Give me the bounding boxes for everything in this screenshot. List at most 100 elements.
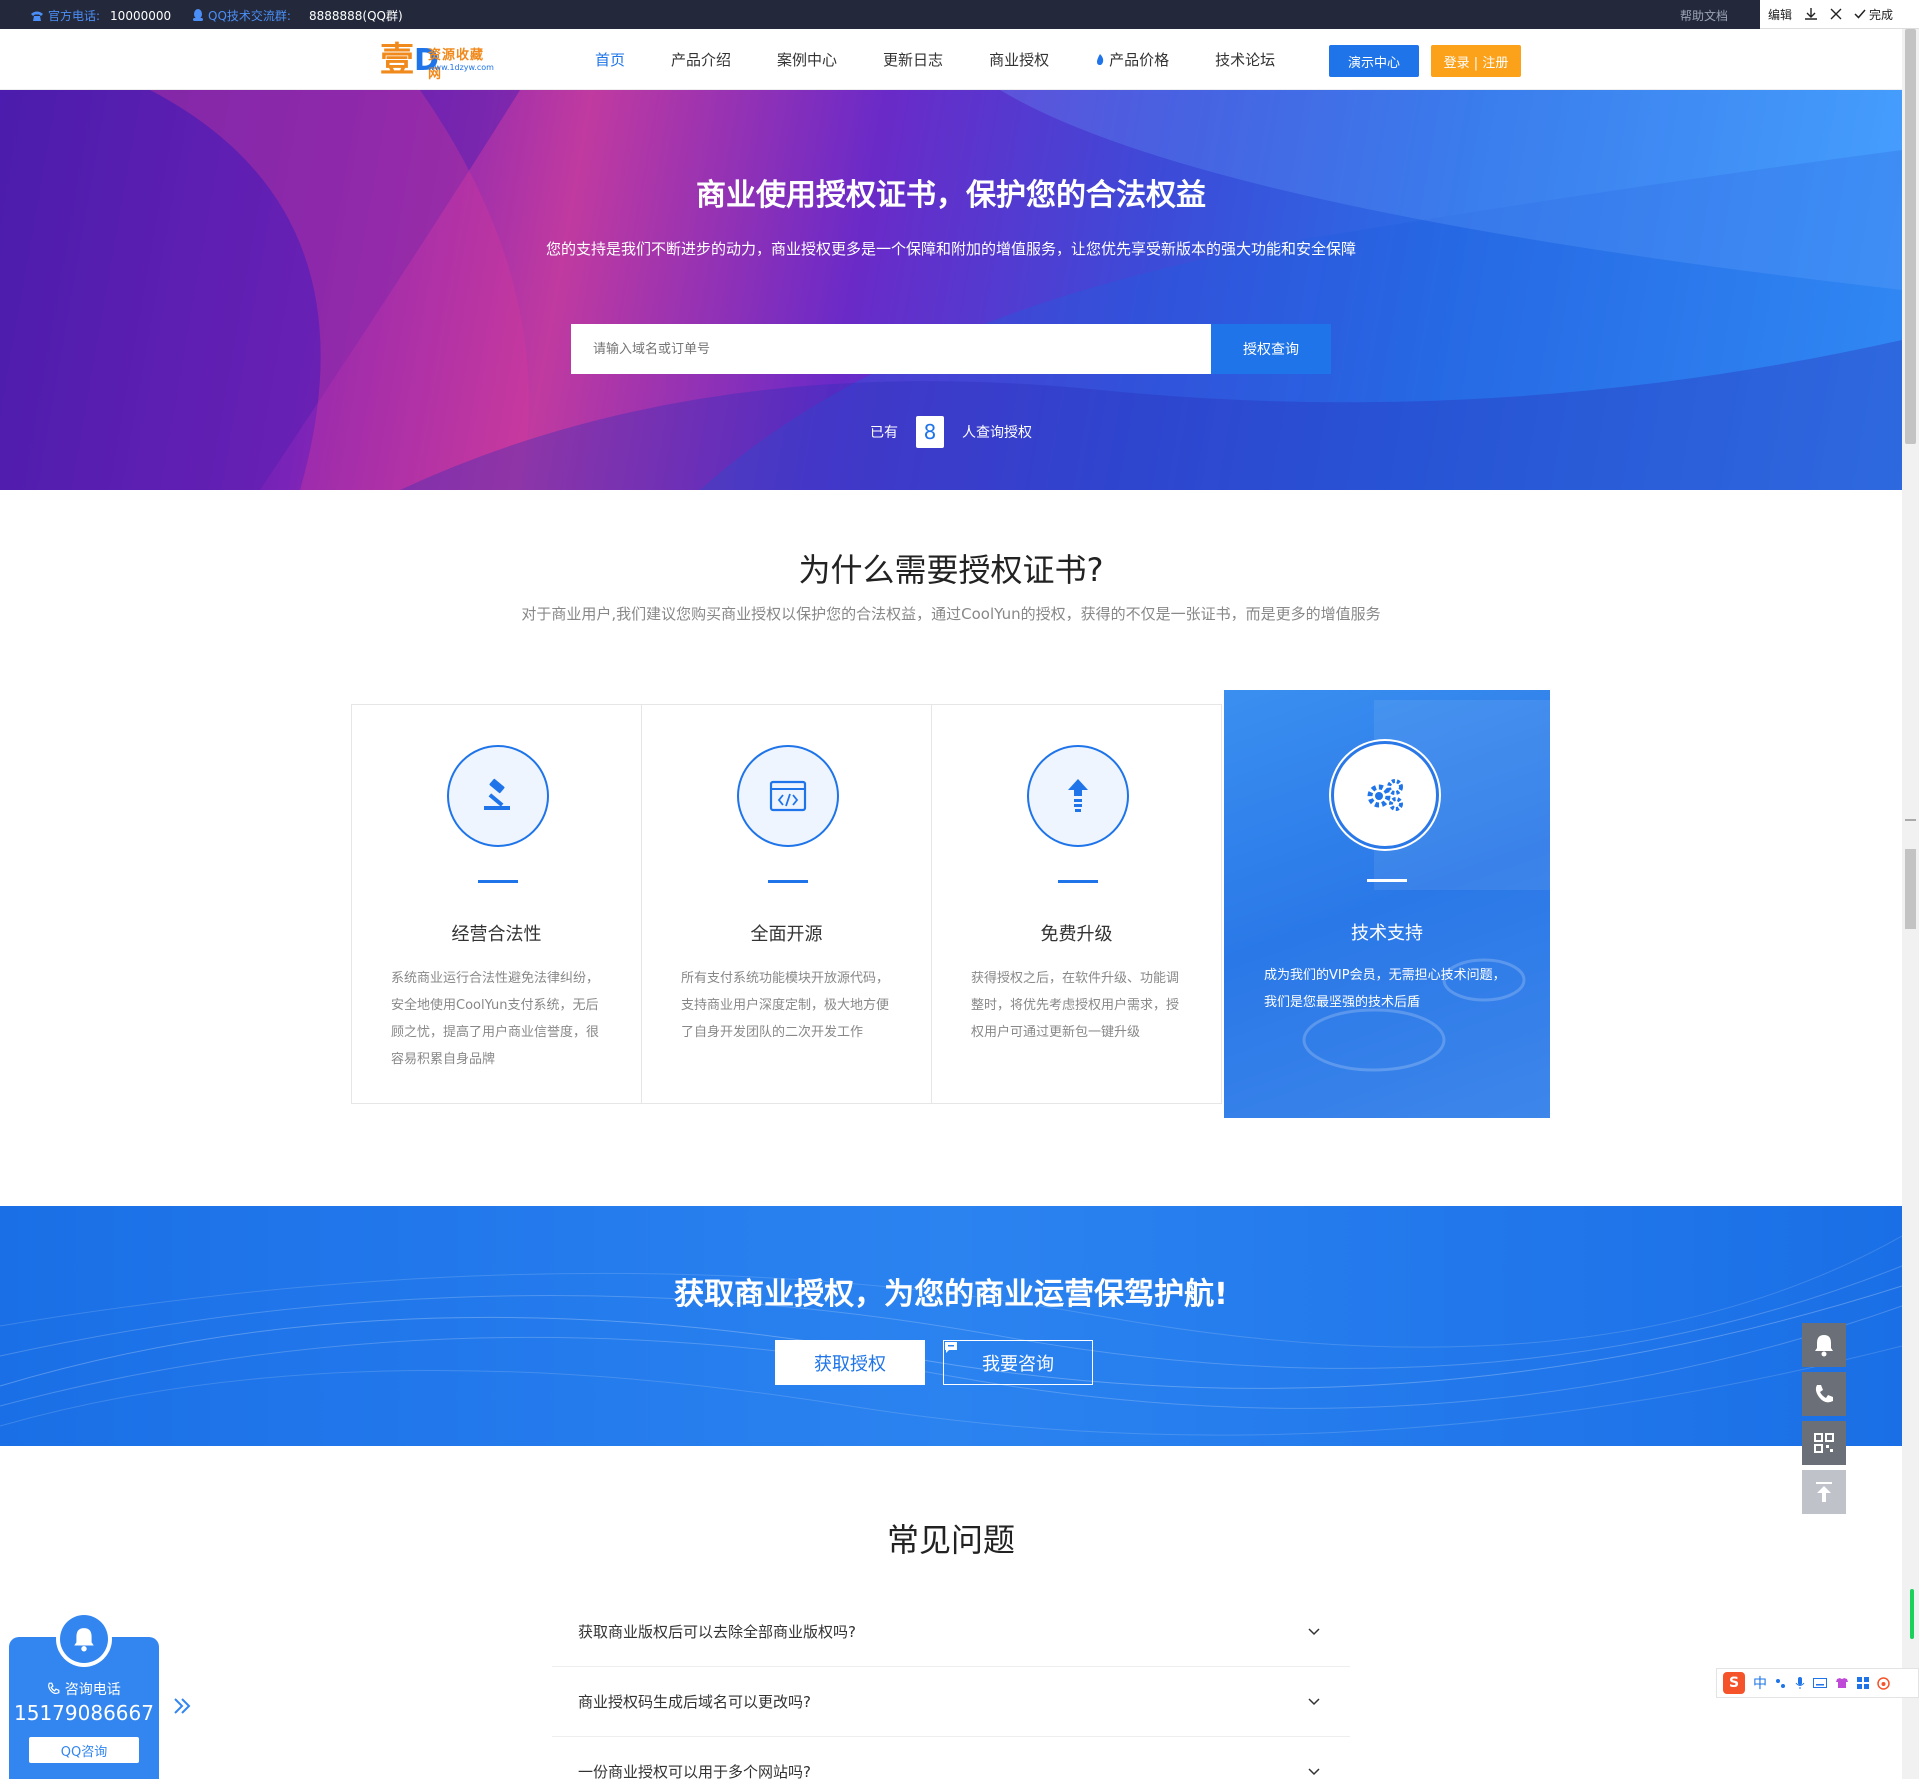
- consult-button[interactable]: 我要咨询: [943, 1340, 1093, 1385]
- skin-icon[interactable]: [1835, 1677, 1849, 1689]
- feature-divider: [768, 880, 808, 883]
- login-register-button[interactable]: 登录 | 注册: [1431, 45, 1521, 77]
- back-to-top-button[interactable]: [1802, 1470, 1846, 1514]
- counter-suffix: 人查询授权: [962, 425, 1032, 441]
- done-button[interactable]: 完成: [1854, 6, 1893, 23]
- scrollbar-indicator: [1910, 1589, 1914, 1639]
- emoji-icon[interactable]: [1877, 1676, 1890, 1690]
- sogou-logo-icon[interactable]: S: [1723, 1672, 1745, 1694]
- bell-icon: [1815, 1335, 1833, 1357]
- toolbox-icon[interactable]: [1857, 1677, 1869, 1689]
- keyboard-icon[interactable]: [1813, 1678, 1827, 1688]
- site-logo[interactable]: 壹 D 资源收藏网 www.1dzyw.com: [380, 40, 494, 82]
- consult-label: 我要咨询: [982, 1353, 1054, 1375]
- help-docs-link[interactable]: 帮助文档: [1680, 7, 1728, 24]
- faq-question: 获取商业版权后可以去除全部商业版权吗?: [578, 1623, 856, 1641]
- qq-group: QQ技术交流群: 8888888(QQ群): [192, 7, 403, 24]
- nav-changelog[interactable]: 更新日志: [883, 49, 943, 70]
- bell-icon: [74, 1628, 94, 1652]
- counter-number: 8: [916, 416, 944, 448]
- feature-card-upgrade[interactable]: 免费升级 获得授权之后，在软件升级、功能调整时，将优先考虑授权用户需求，授权用户…: [931, 704, 1222, 1104]
- phone-label: 官方电话:: [48, 9, 101, 23]
- nav-forum[interactable]: 技术论坛: [1215, 49, 1275, 70]
- feature-divider: [1367, 879, 1407, 882]
- code-window-icon: [769, 780, 807, 812]
- feature-desc: 所有支付系统功能模块开放源代码，支持商业用户深度定制，极大地方便了自身开发团队的…: [681, 971, 890, 1040]
- nav-license[interactable]: 商业授权: [989, 49, 1049, 70]
- faq-title: 常见问题: [886, 1521, 1015, 1559]
- edit-toolbar: 编辑 完成: [1760, 0, 1919, 29]
- microphone-icon[interactable]: [1795, 1676, 1805, 1690]
- wave-lines-art: [0, 1235, 1902, 1436]
- flame-icon: [1097, 53, 1104, 65]
- feature-desc: 成为我们的VIP会员，无需担心技术问题，我们是您最坚强的技术后盾: [1264, 968, 1506, 1010]
- site-header: 壹 D 资源收藏网 www.1dzyw.com 首页 产品介绍 案例中心 更新日…: [0, 29, 1902, 90]
- feature-card-legal[interactable]: 经营合法性 系统商业运行合法性避免法律纠纷，安全地使用CoolYun支付系统，无…: [351, 704, 642, 1104]
- arrow-up-icon: [1816, 1482, 1832, 1502]
- nav-home[interactable]: 首页: [595, 49, 625, 70]
- why-title: 为什么需要授权证书?: [798, 551, 1104, 589]
- logo-url: www.1dzyw.com: [428, 63, 494, 72]
- hero-banner: 商业使用授权证书，保护您的合法权益 您的支持是我们不断进步的动力，商业授权更多是…: [0, 90, 1902, 490]
- page-scrollbar[interactable]: [1902, 29, 1919, 1779]
- feature-divider: [1058, 880, 1098, 883]
- contact-widget: 咨询电话 15179086667 QQ咨询: [9, 1611, 159, 1779]
- chevron-down-icon: [1308, 1697, 1320, 1705]
- feature-cards: 经营合法性 系统商业运行合法性避免法律纠纷，安全地使用CoolYun支付系统，无…: [351, 690, 1551, 1118]
- qrcode-icon: [1814, 1433, 1834, 1453]
- qq-label: QQ技术交流群:: [208, 9, 291, 23]
- nav-products[interactable]: 产品介绍: [671, 49, 731, 70]
- phone-icon: [48, 1682, 60, 1695]
- feature-name: 技术支持: [1351, 923, 1423, 944]
- nav-pricing[interactable]: 产品价格: [1095, 49, 1169, 70]
- why-subtitle: 对于商业用户,我们建议您购买商业授权以保护您的合法权益，通过CoolYun的授权…: [521, 605, 1381, 623]
- ime-language[interactable]: 中: [1753, 1673, 1767, 1693]
- qq-icon: [193, 9, 203, 21]
- double-chevron-right-icon[interactable]: [172, 1693, 192, 1723]
- scrollbar-marker: [1905, 849, 1916, 929]
- logo-char: 壹: [380, 40, 414, 80]
- counter-prefix: 已有: [870, 425, 898, 441]
- edit-button[interactable]: 编辑: [1768, 6, 1792, 23]
- faq-item[interactable]: 一份商业授权可以用于多个网站吗?: [552, 1737, 1350, 1779]
- chevron-down-icon: [1308, 1627, 1320, 1635]
- float-phone-button[interactable]: [1802, 1372, 1846, 1416]
- faq-question: 一份商业授权可以用于多个网站吗?: [578, 1763, 811, 1779]
- hero-title: 商业使用授权证书，保护您的合法权益: [696, 178, 1206, 213]
- nav-cases[interactable]: 案例中心: [777, 49, 837, 70]
- cta-banner: 获取商业授权，为您的商业运营保驾护航! 获取授权 我要咨询: [0, 1206, 1902, 1446]
- feature-desc: 获得授权之后，在软件升级、功能调整时，将优先考虑授权用户需求，授权用户可通过更新…: [971, 971, 1180, 1040]
- feature-icon-ring: [447, 745, 549, 847]
- chat-icon: [945, 1342, 957, 1353]
- faq-item[interactable]: 商业授权码生成后域名可以更改吗?: [552, 1667, 1350, 1737]
- feature-card-opensource[interactable]: 全面开源 所有支付系统功能模块开放源代码，支持商业用户深度定制，极大地方便了自身…: [641, 704, 932, 1104]
- qq-value: 8888888(QQ群): [308, 9, 403, 23]
- get-license-button[interactable]: 获取授权: [775, 1340, 925, 1385]
- feature-card-support[interactable]: 技术支持 成为我们的VIP会员，无需担心技术问题，我们是您最坚强的技术后盾: [1224, 690, 1550, 1118]
- license-search-input[interactable]: [571, 324, 1211, 374]
- gavel-icon: [484, 778, 510, 810]
- close-icon[interactable]: [1830, 8, 1842, 20]
- demo-center-button[interactable]: 演示中心: [1329, 45, 1419, 77]
- feature-icon-ring: [737, 745, 839, 847]
- check-icon: [1854, 9, 1866, 19]
- qq-consult-button[interactable]: QQ咨询: [29, 1737, 139, 1763]
- upgrade-arrow-icon: [1068, 779, 1088, 812]
- float-qrcode-button[interactable]: [1802, 1421, 1846, 1465]
- nav-pricing-label: 产品价格: [1109, 50, 1170, 69]
- phone-value: 10000000: [110, 8, 172, 23]
- scrollbar-thumb[interactable]: [1905, 29, 1916, 444]
- download-icon[interactable]: [1804, 7, 1818, 21]
- ime-toolbar: S 中: [1716, 1668, 1919, 1698]
- contact-phone: 15179086667: [14, 1701, 154, 1725]
- faq-list: 获取商业版权后可以去除全部商业版权吗? 商业授权码生成后域名可以更改吗? 一份商…: [552, 1597, 1350, 1779]
- hero-subtitle: 您的支持是我们不断进步的动力，商业授权更多是一个保障和附加的增值服务，让您优先享…: [545, 240, 1356, 258]
- punctuation-icon[interactable]: [1775, 1677, 1787, 1689]
- feature-icon-ring: [1334, 744, 1436, 846]
- license-query-button[interactable]: 授权查询: [1211, 324, 1331, 374]
- float-qq-button[interactable]: [1802, 1323, 1846, 1367]
- feature-name: 免费升级: [1040, 924, 1113, 945]
- faq-item[interactable]: 获取商业版权后可以去除全部商业版权吗?: [552, 1597, 1350, 1667]
- feature-desc: 系统商业运行合法性避免法律纠纷，安全地使用CoolYun支付系统，无后顾之忧，提…: [391, 971, 600, 1067]
- official-phone: 官方电话: 10000000: [30, 7, 171, 24]
